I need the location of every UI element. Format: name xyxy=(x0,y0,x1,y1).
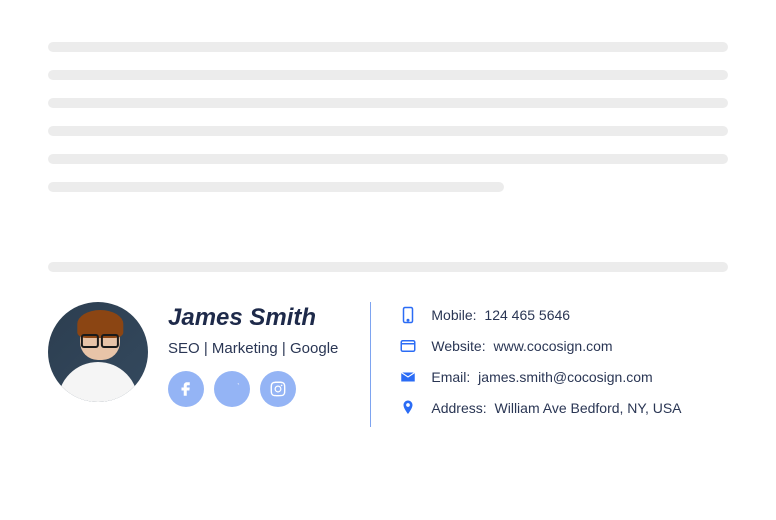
placeholder-line xyxy=(48,70,728,80)
contact-address: Address: William Ave Bedford, NY, USA xyxy=(399,399,681,417)
person-name: James Smith xyxy=(168,304,338,332)
address-label: Address: xyxy=(431,400,486,416)
instagram-icon[interactable] xyxy=(260,371,296,407)
placeholder-line xyxy=(48,182,504,192)
website-label: Website: xyxy=(431,338,485,354)
address-value: William Ave Bedford, NY, USA xyxy=(495,400,682,416)
placeholder-line xyxy=(48,42,728,52)
email-signature-card: James Smith SEO | Marketing | Google xyxy=(0,0,776,520)
contact-mobile: Mobile: 124 465 5646 xyxy=(399,306,681,324)
website-value: www.cocosign.com xyxy=(493,338,612,354)
mobile-icon xyxy=(399,306,417,324)
avatar xyxy=(48,302,148,402)
twitter-icon[interactable] xyxy=(214,371,250,407)
address-icon xyxy=(399,399,417,417)
facebook-icon[interactable] xyxy=(168,371,204,407)
email-icon xyxy=(399,368,417,386)
placeholder-line xyxy=(48,154,728,164)
placeholder-line xyxy=(48,126,728,136)
person-info: James Smith SEO | Marketing | Google xyxy=(168,302,338,407)
contact-website: Website: www.cocosign.com xyxy=(399,337,681,355)
email-body-placeholder xyxy=(48,42,728,192)
signature-block: James Smith SEO | Marketing | Google xyxy=(48,302,728,427)
website-icon xyxy=(399,337,417,355)
placeholder-line xyxy=(48,98,728,108)
signature-divider xyxy=(48,262,728,272)
person-title: SEO | Marketing | Google xyxy=(168,340,338,357)
social-icons xyxy=(168,371,338,407)
mobile-value: 124 465 5646 xyxy=(484,307,570,323)
vertical-divider xyxy=(370,302,371,427)
mobile-label: Mobile: xyxy=(431,307,476,323)
email-value: james.smith@cocosign.com xyxy=(478,369,653,385)
contact-details: Mobile: 124 465 5646 Website: www.cocosi… xyxy=(399,302,681,417)
contact-email: Email: james.smith@cocosign.com xyxy=(399,368,681,386)
email-label: Email: xyxy=(431,369,470,385)
